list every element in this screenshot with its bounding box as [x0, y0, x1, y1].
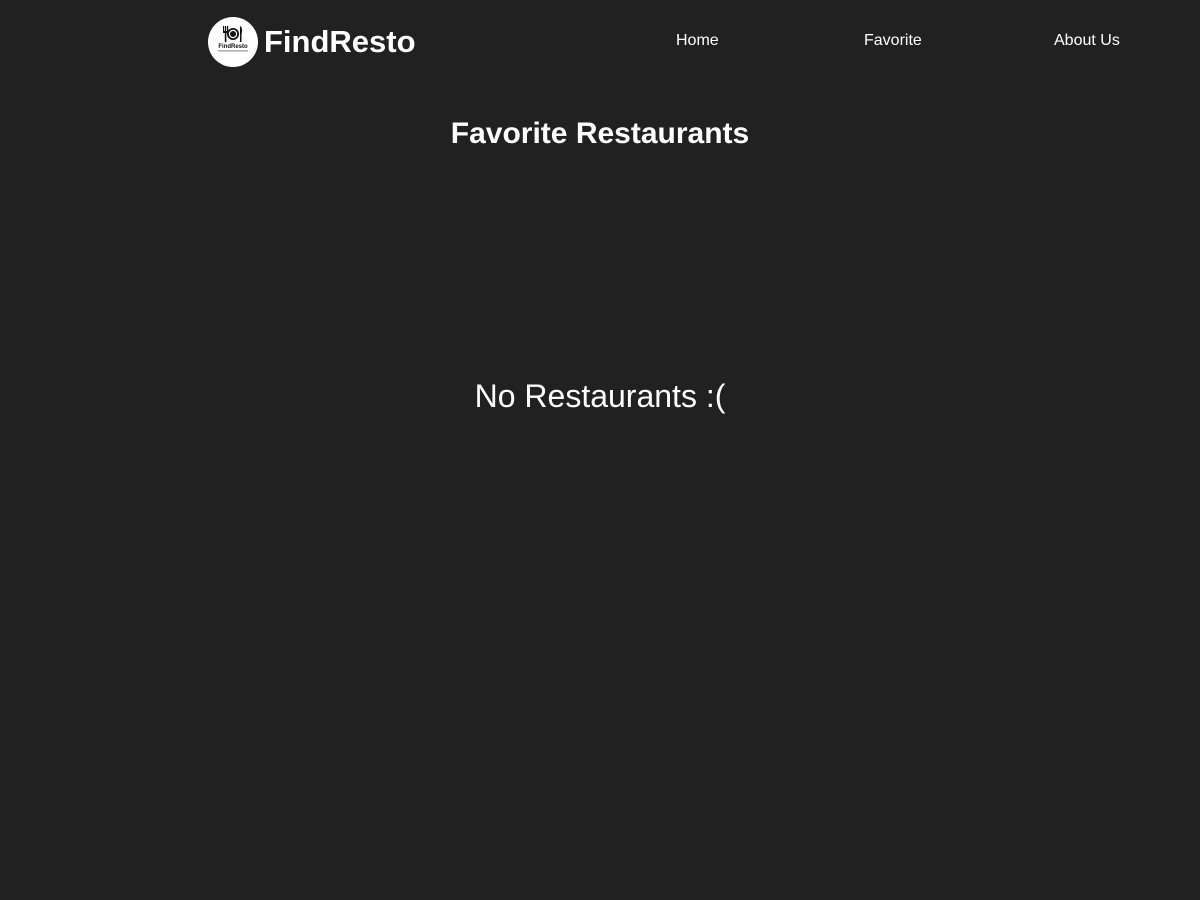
brand-link[interactable]: FindResto FindResto	[208, 17, 416, 67]
app-header: FindResto FindResto Home Favorite About …	[0, 0, 1200, 84]
empty-state-message: No Restaurants :(	[474, 378, 726, 414]
brand-name: FindResto	[264, 24, 416, 59]
svg-text:FindResto: FindResto	[218, 44, 248, 50]
nav-about-us-link[interactable]: About Us	[1054, 30, 1120, 52]
nav-favorite-link[interactable]: Favorite	[864, 30, 922, 52]
nav-home-link[interactable]: Home	[676, 30, 719, 52]
page-title: Favorite Restaurants	[450, 117, 750, 150]
fork-plate-knife-icon: FindResto	[218, 26, 248, 52]
brand-logo: FindResto	[208, 17, 258, 67]
